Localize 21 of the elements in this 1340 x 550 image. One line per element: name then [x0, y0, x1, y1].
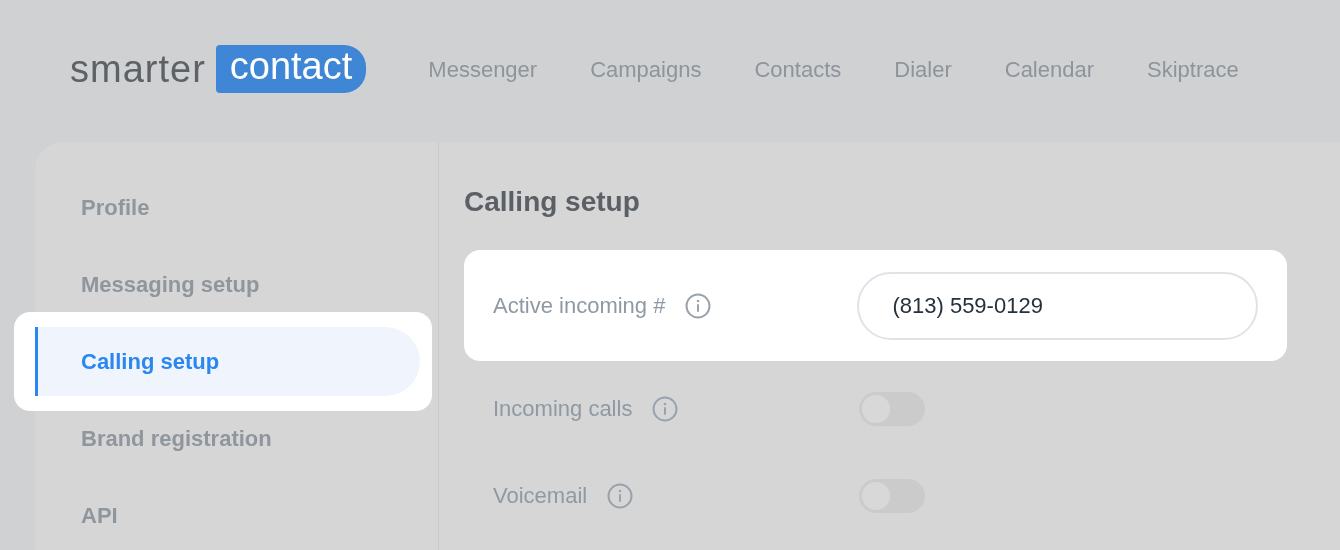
nav-link[interactable]: Dialer	[894, 52, 952, 86]
logo-badge: contact	[215, 45, 367, 93]
phone-number-field[interactable]: (813) 559-0129	[857, 271, 1258, 340]
nav-link[interactable]: Skiptrace	[1147, 52, 1239, 86]
field-label: Voicemail	[493, 482, 588, 510]
field-label: Incoming calls	[493, 395, 633, 423]
nav-link[interactable]: Campaigns	[590, 52, 702, 86]
info-icon[interactable]	[652, 395, 679, 422]
section-title: Calling setup	[464, 188, 641, 216]
sidebar-item[interactable]: API	[35, 493, 438, 537]
sidebar-item[interactable]: Brand registration	[35, 416, 438, 460]
sidebar-item[interactable]: Messaging setup	[35, 262, 438, 306]
nav-link[interactable]: Contacts	[754, 52, 842, 86]
sidebar-item[interactable]: Profile	[35, 185, 438, 229]
field-label: Active incoming #	[493, 292, 666, 320]
sidebar-item[interactable]: Calling setup	[35, 326, 420, 396]
nav-link[interactable]: Messenger	[428, 52, 538, 86]
logo-wordmark: smarter	[70, 50, 206, 88]
nav-link[interactable]: Calendar	[1004, 52, 1095, 86]
info-icon[interactable]	[607, 482, 634, 509]
info-icon[interactable]	[685, 292, 712, 319]
